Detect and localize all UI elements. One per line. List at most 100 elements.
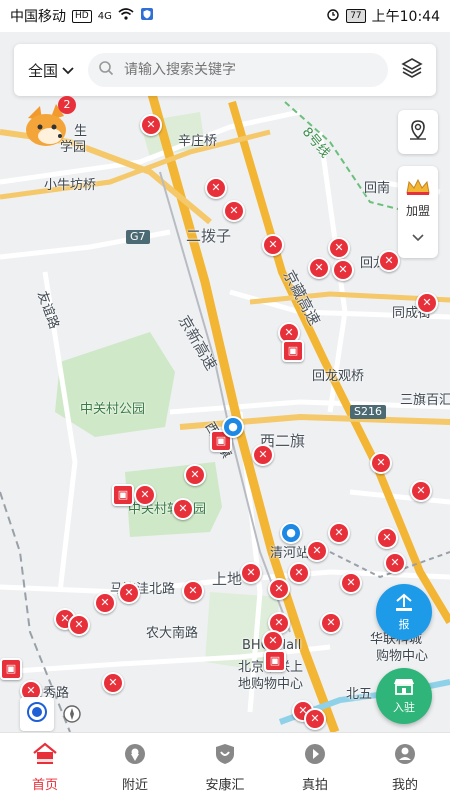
alarm-icon — [326, 7, 340, 25]
nav-home[interactable]: 首页 — [0, 733, 90, 801]
restaurant-marker[interactable]: ✕ — [223, 200, 245, 222]
location-pin-icon — [407, 119, 429, 145]
shield-icon — [213, 742, 237, 770]
hd-badge: HD — [72, 9, 92, 23]
restaurant-marker[interactable]: ✕ — [94, 592, 116, 614]
map-label: 小牛坊桥 — [44, 178, 97, 193]
restaurant-marker[interactable]: ✕ — [340, 572, 362, 594]
restaurant-marker[interactable]: ✕ — [262, 234, 284, 256]
layers-icon — [400, 56, 424, 84]
upload-icon — [393, 593, 415, 616]
map-label: 北五 — [346, 687, 373, 702]
restaurant-marker[interactable]: ✕ — [332, 259, 354, 281]
restaurant-marker[interactable]: ✕ — [68, 614, 90, 636]
locate-store-button[interactable] — [398, 110, 438, 154]
restaurant-marker[interactable]: ✕ — [182, 580, 204, 602]
restaurant-marker[interactable]: ✕ — [378, 250, 400, 272]
restaurant-marker[interactable]: ✕ — [102, 672, 124, 694]
carrier-name: 中国移动 — [10, 9, 66, 25]
flame-icon — [303, 742, 327, 770]
map-label: 回龙观桥 — [312, 369, 365, 384]
restaurant-marker[interactable]: ✕ — [370, 452, 392, 474]
nav-label: 附近 — [121, 777, 148, 793]
restaurant-marker[interactable]: ✕ — [262, 630, 284, 652]
target-icon — [26, 701, 48, 727]
restaurant-marker[interactable]: ✕ — [416, 292, 438, 314]
map-label: 二拨子 — [186, 227, 232, 245]
wifi-icon — [118, 8, 134, 24]
restaurant-marker[interactable]: ✕ — [328, 237, 350, 259]
restaurant-marker[interactable]: ✕ — [376, 527, 398, 549]
map-layers-button[interactable] — [396, 54, 428, 86]
location-pin-icon — [123, 742, 147, 770]
region-selector[interactable]: 全国 — [22, 60, 80, 81]
nav-nearby[interactable]: 附近 — [90, 733, 180, 801]
restaurant-marker[interactable]: ✕ — [205, 177, 227, 199]
nav-mine[interactable]: 我的 — [360, 733, 450, 801]
park-label: 中关村公园 — [80, 402, 146, 417]
nav-label: 我的 — [391, 777, 418, 793]
map-label: 农大南路 — [146, 626, 199, 641]
restaurant-marker[interactable]: ✕ — [268, 578, 290, 600]
station-marker[interactable]: ● — [222, 416, 244, 438]
restaurant-marker[interactable]: ✕ — [140, 114, 162, 136]
restaurant-marker[interactable]: ✕ — [410, 480, 432, 502]
chevron-down-icon — [62, 61, 74, 79]
restaurant-marker[interactable]: ✕ — [306, 540, 328, 562]
shop-marker[interactable]: ▣ — [112, 484, 134, 506]
restaurant-marker[interactable]: ✕ — [252, 444, 274, 466]
user-icon — [393, 742, 417, 770]
shop-marker[interactable]: ▣ — [282, 340, 304, 362]
notification-badge: 2 — [58, 96, 76, 114]
search-input[interactable] — [122, 61, 378, 79]
search-field[interactable] — [88, 53, 388, 87]
shop-marker[interactable]: ▣ — [264, 650, 286, 672]
chevron-down-icon[interactable] — [412, 227, 424, 246]
map-label: 地购物中心 — [238, 677, 304, 692]
restaurant-marker[interactable]: ✕ — [288, 562, 310, 584]
locate-me-button[interactable] — [20, 697, 54, 731]
map-label: 回南 — [364, 181, 391, 196]
scale-indicator — [62, 704, 82, 724]
join-button[interactable]: 加盟 — [405, 178, 431, 219]
mascot-logo-button[interactable]: 2 — [20, 96, 76, 152]
nav-zhenpai[interactable]: 真拍 — [270, 733, 360, 801]
map-label: 辛庄桥 — [178, 134, 218, 149]
region-value: 全国 — [28, 61, 59, 80]
restaurant-marker[interactable]: ✕ — [384, 552, 406, 574]
battery-indicator: 77 — [346, 9, 366, 23]
crown-icon — [405, 178, 431, 200]
compass-icon — [63, 705, 81, 723]
station-marker[interactable]: ● — [280, 522, 302, 544]
highway-badge: G7 — [126, 230, 150, 244]
restaurant-marker[interactable]: ✕ — [118, 582, 140, 604]
highway-badge: S216 — [350, 405, 386, 419]
nav-label: 安康汇 — [205, 777, 245, 793]
station-label: 清河站 — [270, 546, 310, 561]
report-button[interactable]: 报 — [376, 584, 432, 640]
store-icon — [392, 678, 416, 699]
nav-label: 首页 — [31, 777, 58, 793]
restaurant-marker[interactable]: ✕ — [328, 522, 350, 544]
search-icon — [98, 60, 114, 80]
restaurant-marker[interactable]: ✕ — [184, 464, 206, 486]
network-type: 4G — [97, 10, 112, 22]
checkin-button[interactable]: 入驻 — [376, 668, 432, 724]
join-label: 加盟 — [405, 204, 430, 218]
search-bar: 全国 — [14, 44, 436, 96]
nav-label: 真拍 — [301, 777, 328, 793]
restaurant-marker[interactable]: ✕ — [240, 562, 262, 584]
nav-ankanghui[interactable]: 安康汇 — [180, 733, 270, 801]
shop-marker[interactable]: ▣ — [0, 658, 22, 680]
restaurant-marker[interactable]: ✕ — [308, 257, 330, 279]
restaurant-marker[interactable]: ✕ — [134, 484, 156, 506]
restaurant-marker[interactable]: ✕ — [320, 612, 342, 634]
checkin-label: 入驻 — [393, 700, 415, 714]
map-label: 三旗百汇 — [400, 393, 450, 408]
restaurant-marker[interactable]: ✕ — [172, 498, 194, 520]
join-panel: 加盟 — [398, 166, 438, 258]
clock: 上午10:44 — [371, 9, 440, 25]
restaurant-marker[interactable]: ✕ — [304, 708, 326, 730]
bottom-navigation: 首页 附近 安康汇 真拍 我的 — [0, 732, 450, 801]
home-icon — [32, 742, 58, 770]
